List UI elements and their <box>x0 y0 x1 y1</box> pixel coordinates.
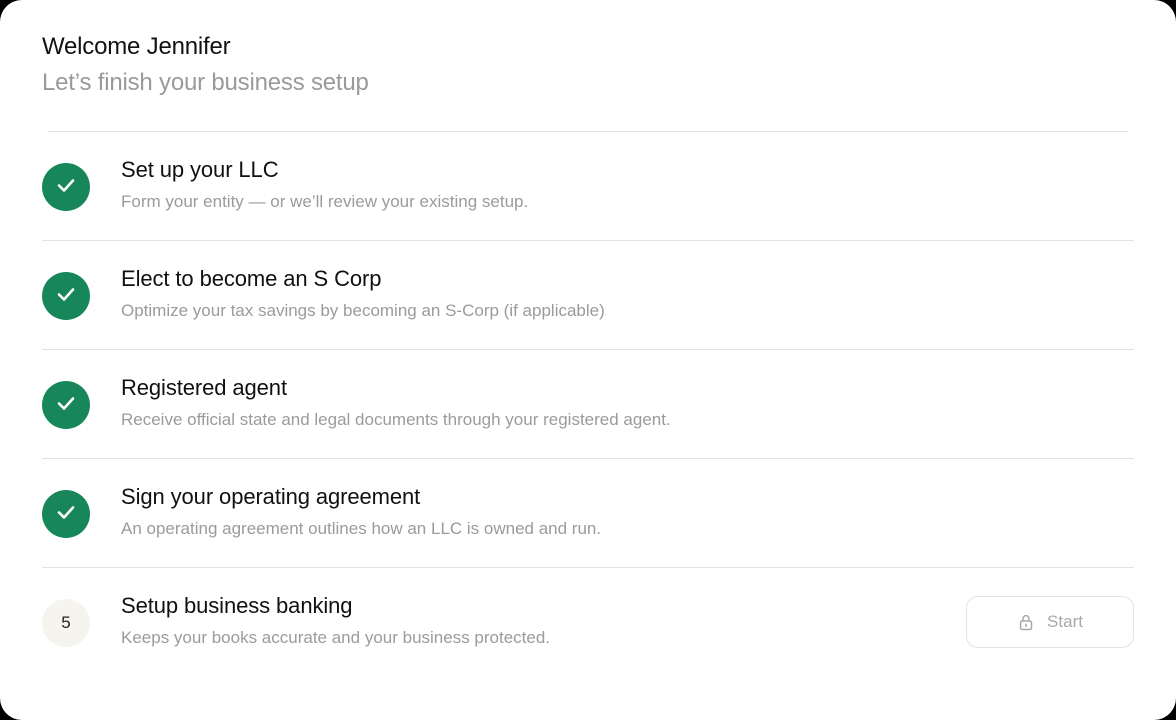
check-icon <box>54 173 78 202</box>
step-complete-badge <box>42 490 90 538</box>
step-setup-llc[interactable]: Set up your LLC Form your entity — or we… <box>42 132 1134 241</box>
lock-icon <box>1017 613 1035 631</box>
step-description: Form your entity — or we’ll review your … <box>121 192 529 211</box>
step-complete-badge <box>42 381 90 429</box>
check-icon <box>54 282 78 311</box>
step-description: Optimize your tax savings by becoming an… <box>121 301 605 320</box>
step-registered-agent[interactable]: Registered agent Receive official state … <box>42 350 1134 459</box>
step-title: Sign your operating agreement <box>121 484 421 509</box>
setup-subtitle: Let’s finish your business setup <box>42 69 369 96</box>
step-title: Elect to become an S Corp <box>121 266 382 291</box>
setup-steps-list: Set up your LLC Form your entity — or we… <box>42 132 1134 677</box>
step-operating-agreement[interactable]: Sign your operating agreement An operati… <box>42 459 1134 568</box>
header: Welcome Jennifer Let’s finish your busin… <box>42 32 369 98</box>
step-title: Set up your LLC <box>121 157 279 182</box>
welcome-heading: Welcome Jennifer <box>42 33 231 60</box>
step-description: Receive official state and legal documen… <box>121 410 671 429</box>
step-title: Setup business banking <box>121 593 353 618</box>
start-button[interactable]: Start <box>966 596 1134 648</box>
business-setup-card: Welcome Jennifer Let’s finish your busin… <box>0 0 1176 720</box>
step-number-badge: 5 <box>42 599 90 647</box>
step-complete-badge <box>42 163 90 211</box>
step-business-banking: 5 Setup business banking Keeps your book… <box>42 568 1134 677</box>
step-description: Keeps your books accurate and your busin… <box>121 628 551 647</box>
check-icon <box>54 391 78 420</box>
step-complete-badge <box>42 272 90 320</box>
check-icon <box>54 500 78 529</box>
step-description: An operating agreement outlines how an L… <box>121 519 602 538</box>
step-s-corp-election[interactable]: Elect to become an S Corp Optimize your … <box>42 241 1134 350</box>
step-title: Registered agent <box>121 375 287 400</box>
start-button-label: Start <box>1047 612 1083 631</box>
